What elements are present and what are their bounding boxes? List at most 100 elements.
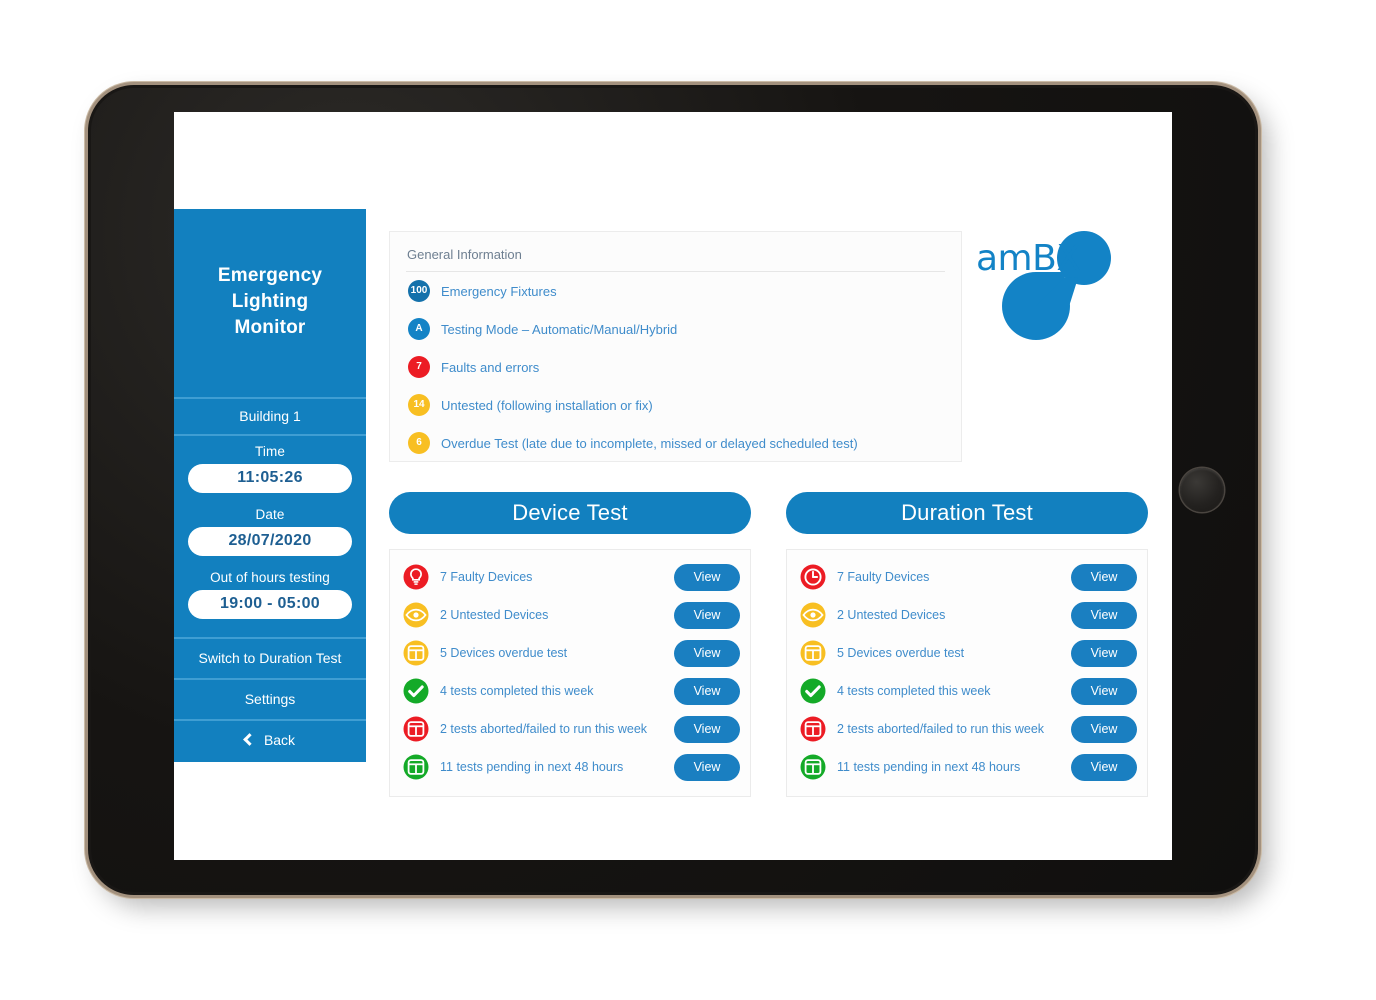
app-title-line-2: Lighting	[231, 291, 309, 312]
ambx-logo: amBX	[974, 230, 1119, 340]
test-status-label: 11 tests pending in next 48 hours	[837, 760, 1021, 774]
sidebar-item-back[interactable]: Back	[174, 721, 366, 760]
sidebar-item-switch-to-duration-test[interactable]: Switch to Duration Test	[174, 639, 366, 678]
clock-icon	[800, 564, 826, 590]
general-information-card: General Information 100 Emergency Fixture…	[389, 231, 962, 462]
test-icon-wrapper	[800, 716, 826, 742]
count-badge: 14	[408, 394, 430, 416]
test-status-label: 4 tests completed this week	[837, 684, 991, 698]
view-button[interactable]: View	[674, 677, 740, 705]
test-icon	[800, 716, 826, 742]
check-icon	[403, 678, 429, 704]
general-information-title: General Information	[406, 244, 945, 272]
duration-test-rows: 7 Faulty Devices View 2 Untested Devices Vi…	[786, 549, 1148, 797]
bulb-icon-wrapper	[403, 564, 429, 590]
test-status-row: 5 Devices overdue test View	[398, 634, 740, 672]
home-button[interactable]	[1180, 468, 1224, 512]
general-information-label: Overdue Test (late due to incomplete, mi…	[441, 435, 858, 451]
test-status-row: 2 Untested Devices View	[795, 596, 1137, 634]
test-status-row: 11 tests pending in next 48 hours View	[795, 748, 1137, 786]
app-screen: Emergency Lighting Monitor Building 1 Ti…	[174, 112, 1172, 860]
test-icon-wrapper	[403, 640, 429, 666]
sidebar: Emergency Lighting Monitor Building 1 Ti…	[174, 209, 366, 762]
out-of-hours-value[interactable]: 19:00 - 05:00	[188, 590, 352, 619]
sidebar-item-back-label: Back	[263, 732, 296, 748]
out-of-hours-label: Out of hours testing	[210, 570, 330, 585]
general-information-row: 6 Overdue Test (late due to incomplete, m…	[406, 424, 945, 462]
eye-icon	[403, 602, 429, 628]
view-button[interactable]: View	[1071, 753, 1137, 781]
test-status-label: 5 Devices overdue test	[440, 646, 568, 660]
view-button[interactable]: View	[674, 753, 740, 781]
view-button[interactable]: View	[674, 715, 740, 743]
view-button[interactable]: View	[1071, 677, 1137, 705]
sidebar-item-settings[interactable]: Settings	[174, 680, 366, 719]
test-icon-wrapper	[403, 754, 429, 780]
test-icon	[800, 640, 826, 666]
clock-icon-wrapper	[800, 564, 826, 590]
device-test-header[interactable]: Device Test	[389, 492, 751, 534]
out-of-hours-field: Out of hours testing 19:00 - 05:00	[174, 562, 366, 625]
test-status-row: 4 tests completed this week View	[795, 672, 1137, 710]
duration-test-header[interactable]: Duration Test	[786, 492, 1148, 534]
general-information-label: Emergency Fixtures	[441, 283, 557, 299]
general-information-label: Faults and errors	[441, 359, 540, 375]
test-status-label: 7 Faulty Devices	[837, 570, 930, 584]
count-badge: 6	[408, 432, 430, 454]
date-label: Date	[255, 507, 285, 522]
test-icon-wrapper	[800, 640, 826, 666]
duration-test-panel: Duration Test 7 Faulty Devices View 2 Unte…	[786, 492, 1148, 797]
device-test-panel: Device Test 7 Faulty Devices View 2 Untest…	[389, 492, 751, 797]
building-selector[interactable]: Building 1	[174, 399, 366, 434]
view-button[interactable]: View	[1071, 639, 1137, 667]
count-badge: 7	[408, 356, 430, 378]
time-value[interactable]: 11:05:26	[188, 464, 352, 493]
test-icon	[403, 754, 429, 780]
test-icon	[403, 640, 429, 666]
general-information-label: Untested (following installation or fix)	[441, 397, 653, 413]
app-title-line-3: Monitor	[234, 317, 306, 338]
chevron-left-icon	[243, 732, 256, 746]
count-badge: A	[408, 318, 430, 340]
test-status-label: 5 Devices overdue test	[837, 646, 965, 660]
test-status-row: 4 tests completed this week View	[398, 672, 740, 710]
test-status-row: 2 tests aborted/failed to run this week V…	[398, 710, 740, 748]
eye-icon-wrapper	[800, 602, 826, 628]
tablet-device: Emergency Lighting Monitor Building 1 Ti…	[88, 85, 1258, 895]
device-test-rows: 7 Faulty Devices View 2 Untested Devices Vi…	[389, 549, 751, 797]
test-status-row: 7 Faulty Devices View	[398, 558, 740, 596]
date-value[interactable]: 28/07/2020	[188, 527, 352, 556]
time-label: Time	[255, 444, 285, 459]
view-button[interactable]: View	[674, 639, 740, 667]
view-button[interactable]: View	[1071, 601, 1137, 629]
test-icon-wrapper	[403, 716, 429, 742]
general-information-label: Testing Mode – Automatic/Manual/Hybrid	[441, 321, 678, 337]
check-icon-wrapper	[800, 678, 826, 704]
test-status-label: 2 tests aborted/failed to run this week	[440, 722, 648, 736]
ambx-wordmark: amBX	[976, 238, 1081, 279]
general-information-row: 7 Faults and errors	[406, 348, 945, 386]
app-title: Emergency Lighting Monitor	[174, 209, 366, 397]
general-information-row: 100 Emergency Fixtures	[406, 272, 945, 310]
check-icon-wrapper	[403, 678, 429, 704]
eye-icon	[800, 602, 826, 628]
test-status-label: 4 tests completed this week	[440, 684, 594, 698]
check-icon	[800, 678, 826, 704]
view-button[interactable]: View	[674, 601, 740, 629]
count-badge: 100	[408, 280, 430, 302]
time-field: Time 11:05:26	[174, 436, 366, 499]
general-information-list: 100 Emergency Fixtures A Testing Mode – Aut…	[406, 272, 945, 462]
test-icon	[800, 754, 826, 780]
bulb-icon	[403, 564, 429, 590]
test-status-label: 2 Untested Devices	[837, 608, 946, 622]
general-information-row: 14 Untested (following installation or fi…	[406, 386, 945, 424]
eye-icon-wrapper	[403, 602, 429, 628]
test-status-label: 2 tests aborted/failed to run this week	[837, 722, 1045, 736]
test-status-label: 11 tests pending in next 48 hours	[440, 760, 624, 774]
view-button[interactable]: View	[674, 563, 740, 591]
test-icon-wrapper	[800, 754, 826, 780]
test-status-row: 7 Faulty Devices View	[795, 558, 1137, 596]
test-status-row: 2 Untested Devices View	[398, 596, 740, 634]
view-button[interactable]: View	[1071, 563, 1137, 591]
view-button[interactable]: View	[1071, 715, 1137, 743]
